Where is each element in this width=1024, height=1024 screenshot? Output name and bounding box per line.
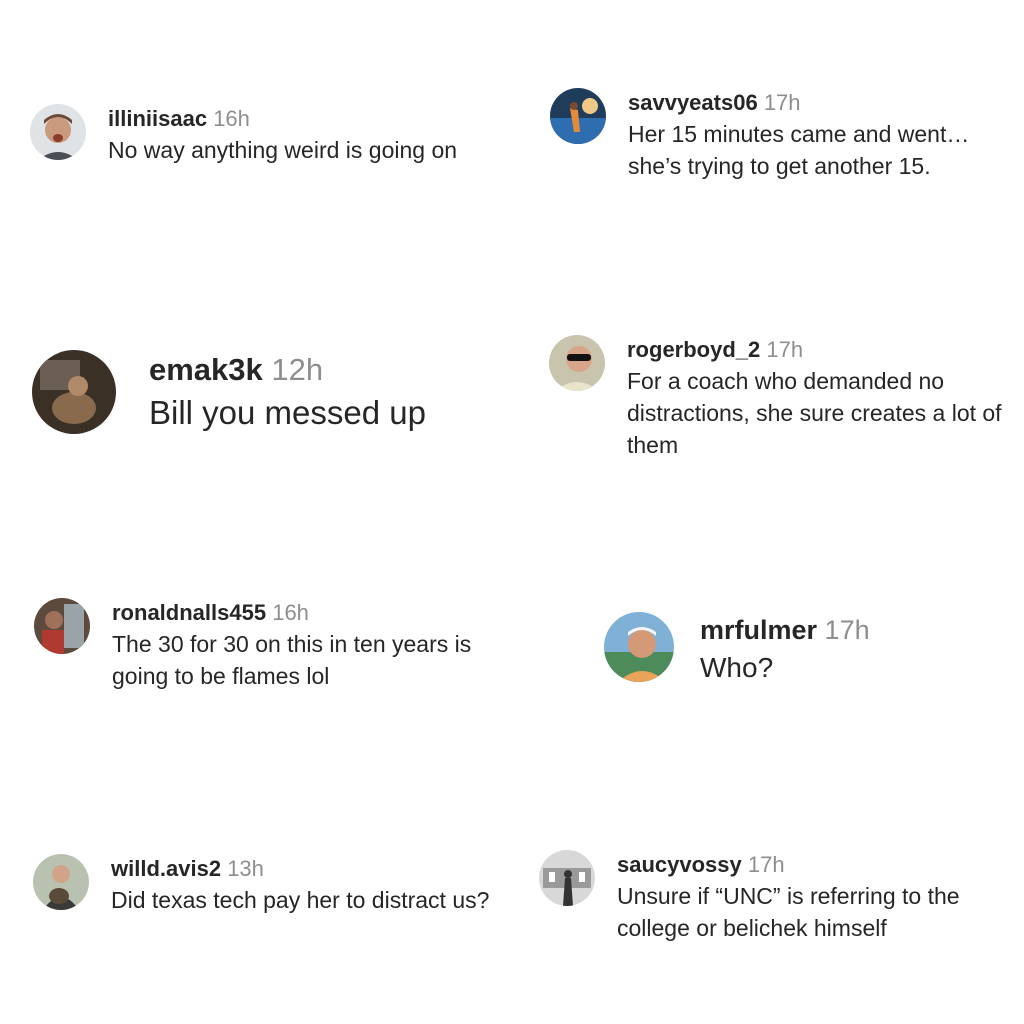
- comment-text: The 30 for 30 on this in ten years is go…: [112, 631, 472, 689]
- comment: willd.avis2 13h Did texas tech pay her t…: [33, 854, 503, 916]
- username[interactable]: saucyvossy: [617, 852, 742, 877]
- avatar[interactable]: [539, 850, 595, 906]
- avatar-icon: [604, 612, 674, 682]
- comment: savvyeats06 17h Her 15 minutes came and …: [550, 88, 1010, 182]
- comment-text: Unsure if “UNC” is referring to the coll…: [617, 883, 960, 941]
- comment: emak3k 12h Bill you messed up: [32, 350, 502, 436]
- comment: rogerboyd_2 17h For a coach who demanded…: [549, 335, 1009, 461]
- timestamp: 13h: [227, 856, 264, 881]
- timestamp: 17h: [766, 337, 804, 362]
- avatar-icon: [30, 104, 86, 160]
- comment: ronaldnalls455 16h The 30 for 30 on this…: [34, 598, 504, 692]
- avatar[interactable]: [33, 854, 89, 910]
- comment: illiniisaac 16h No way anything weird is…: [30, 104, 500, 166]
- avatar[interactable]: [32, 350, 116, 434]
- username[interactable]: illiniisaac: [108, 106, 207, 131]
- avatar-icon: [32, 350, 116, 434]
- timestamp: 16h: [272, 600, 309, 625]
- avatar[interactable]: [604, 612, 674, 682]
- avatar[interactable]: [550, 88, 606, 144]
- comment-text: No way anything weird is going on: [108, 137, 458, 163]
- comment: mrfulmer 17h Who?: [604, 612, 1004, 688]
- timestamp: 17h: [747, 852, 785, 877]
- comment-text: For a coach who demanded no distractions…: [627, 368, 1002, 458]
- timestamp: 12h: [271, 352, 324, 387]
- avatar[interactable]: [549, 335, 605, 391]
- username[interactable]: emak3k: [149, 352, 263, 387]
- comment-text: Did texas tech pay her to distract us?: [111, 887, 490, 913]
- comment-text: Her 15 minutes came and went… she’s tryi…: [628, 121, 970, 179]
- comment-text: Who?: [700, 652, 774, 683]
- avatar-icon: [550, 88, 606, 144]
- avatar-icon: [539, 850, 595, 906]
- timestamp: 17h: [763, 90, 801, 115]
- username[interactable]: savvyeats06: [628, 90, 758, 115]
- timestamp: 17h: [824, 615, 870, 645]
- avatar-icon: [33, 854, 89, 910]
- comment: saucyvossy 17h Unsure if “UNC” is referr…: [539, 850, 1014, 944]
- username[interactable]: rogerboyd_2: [627, 337, 760, 362]
- username[interactable]: ronaldnalls455: [112, 600, 266, 625]
- timestamp: 16h: [213, 106, 250, 131]
- username[interactable]: willd.avis2: [111, 856, 221, 881]
- avatar-icon: [34, 598, 90, 654]
- comment-text: Bill you messed up: [149, 394, 426, 431]
- avatar-icon: [549, 335, 605, 391]
- username[interactable]: mrfulmer: [700, 615, 817, 645]
- avatar[interactable]: [30, 104, 86, 160]
- avatar[interactable]: [34, 598, 90, 654]
